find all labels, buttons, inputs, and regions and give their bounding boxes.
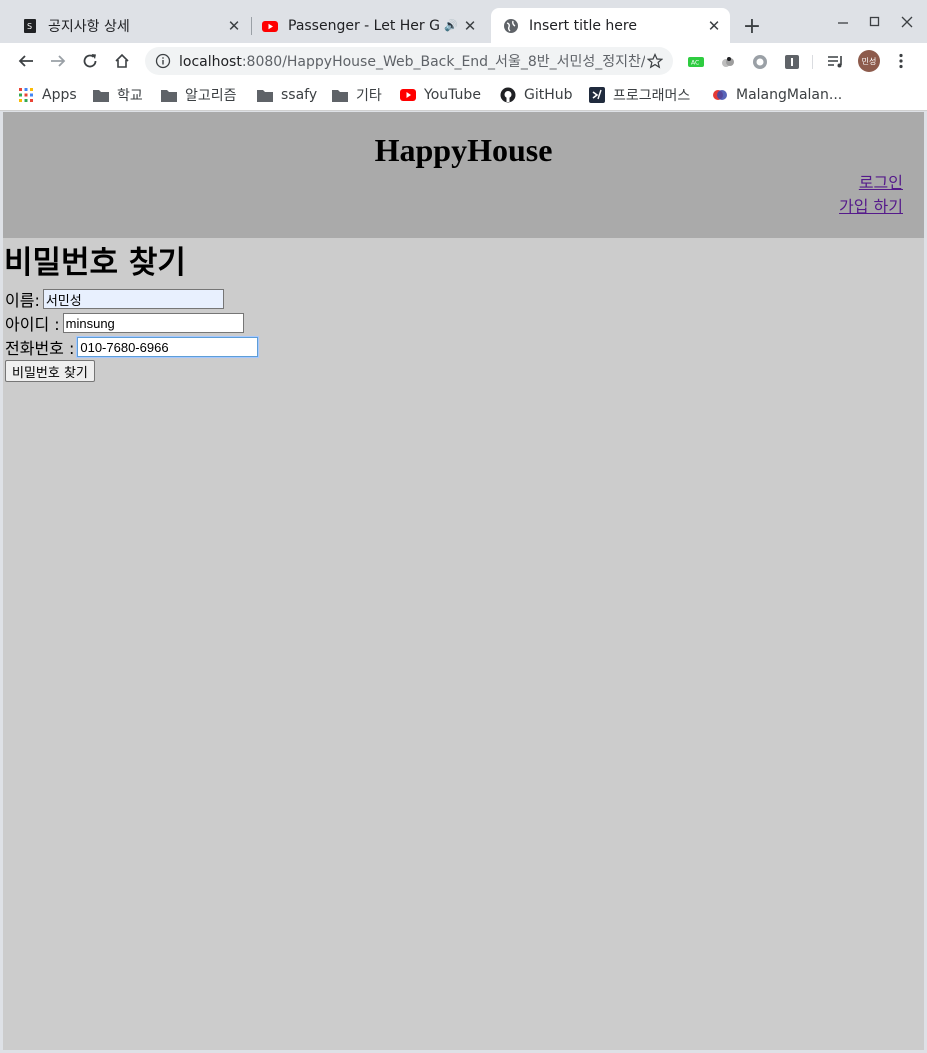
- extension-reader-icon[interactable]: [783, 53, 801, 71]
- id-row: 아이디 :: [5, 311, 922, 335]
- close-window-button[interactable]: [895, 10, 919, 34]
- minimize-icon: [838, 22, 848, 24]
- profile-avatar[interactable]: 민성: [858, 50, 880, 72]
- bookmark-label: 알고리즘: [185, 88, 237, 104]
- url-path: :8080/HappyHouse_Web_Back_End_서울_8반_서민성_…: [241, 54, 645, 70]
- tab-title: Passenger - Let Her Go: [288, 17, 440, 34]
- bookmark-label: 학교: [117, 88, 143, 104]
- site-nav: 로그인 가입 하기: [839, 171, 903, 219]
- bookmark-apps[interactable]: Apps: [18, 85, 77, 105]
- close-icon: [901, 16, 913, 28]
- bookmarks-bar: Apps 학교 알고리즘 ssafy 기타 YouTube GitHub 프로그…: [0, 79, 927, 111]
- browser-toolbar: localhost:8080/HappyHouse_Web_Back_End_서…: [0, 43, 927, 79]
- name-row: 이름:: [5, 287, 922, 311]
- bookmark-youtube[interactable]: YouTube: [400, 85, 481, 105]
- bookmark-folder-etc[interactable]: 기타: [332, 85, 382, 105]
- svg-text:AC: AC: [691, 60, 699, 67]
- main-content: 비밀번호 찾기 이름: 아이디 : 전화번호 : 비밀번호 찾기: [3, 239, 924, 382]
- bookmark-label: Apps: [42, 87, 77, 103]
- address-bar[interactable]: localhost:8080/HappyHouse_Web_Back_End_서…: [145, 47, 673, 75]
- bookmark-folder-algorithm[interactable]: 알고리즘: [161, 85, 237, 105]
- site-title: HappyHouse: [374, 132, 553, 168]
- bookmark-github[interactable]: GitHub: [500, 85, 573, 105]
- id-label: 아이디 :: [5, 315, 60, 334]
- malang-icon: [712, 87, 728, 103]
- maximize-icon: [869, 16, 880, 27]
- site-header: HappyHouse 로그인 가입 하기: [3, 112, 924, 238]
- url-host: localhost: [179, 54, 242, 70]
- id-input[interactable]: [62, 313, 244, 333]
- tab-title: 공지사항 상세: [48, 18, 130, 35]
- audio-playing-icon[interactable]: 🔊: [444, 19, 460, 32]
- home-icon: [115, 53, 129, 68]
- minimize-button[interactable]: [831, 10, 855, 34]
- svg-text:S: S: [27, 22, 32, 31]
- extension-blob-icon[interactable]: [719, 53, 737, 71]
- extension-ac-icon[interactable]: AC: [687, 53, 705, 71]
- bookmark-star-icon[interactable]: [645, 51, 665, 71]
- folder-icon: [257, 87, 273, 103]
- back-button[interactable]: [12, 47, 40, 75]
- bookmark-malang[interactable]: MalangMalan...: [712, 85, 842, 105]
- bookmark-label: MalangMalan...: [736, 87, 843, 103]
- new-tab-button[interactable]: +: [740, 14, 764, 39]
- find-password-button[interactable]: 비밀번호 찾기: [5, 360, 95, 382]
- more-menu-icon[interactable]: [890, 50, 912, 72]
- url-text: localhost:8080/HappyHouse_Web_Back_End_서…: [179, 51, 645, 71]
- programmers-icon: [589, 87, 605, 103]
- name-input[interactable]: [42, 289, 224, 309]
- tab-strip: S 공지사항 상세 ✕ Passenger - Let Her Go 🔊 ✕ I…: [0, 0, 927, 43]
- tab-notice-detail[interactable]: S 공지사항 상세 ✕: [0, 8, 250, 43]
- tab-youtube[interactable]: Passenger - Let Her Go 🔊 ✕: [240, 8, 490, 43]
- globe-icon: [503, 18, 519, 34]
- bookmark-folder-school[interactable]: 학교: [93, 85, 143, 105]
- folder-icon: [161, 87, 177, 103]
- maximize-button[interactable]: [863, 10, 887, 34]
- apps-grid-icon: [18, 87, 34, 103]
- page-viewport: HappyHouse 로그인 가입 하기 비밀번호 찾기 이름: 아이디 : 전…: [3, 112, 924, 1050]
- name-label: 이름:: [5, 291, 40, 310]
- tab-insert-title[interactable]: Insert title here ✕: [491, 8, 730, 43]
- close-tab-icon[interactable]: ✕: [704, 16, 724, 36]
- bookmark-folder-ssafy[interactable]: ssafy: [257, 85, 317, 105]
- back-arrow-icon: [18, 55, 33, 67]
- bookmark-programmers[interactable]: 프로그래머스: [589, 85, 690, 105]
- bookmark-label: ssafy: [281, 87, 318, 103]
- forward-button[interactable]: [44, 47, 72, 75]
- find-password-form: 이름: 아이디 : 전화번호 : 비밀번호 찾기: [5, 287, 922, 382]
- media-controls-icon[interactable]: [827, 53, 845, 71]
- phone-row: 전화번호 :: [5, 335, 922, 359]
- phone-input[interactable]: [77, 337, 259, 357]
- extension-github-icon[interactable]: [751, 53, 769, 71]
- folder-icon: [93, 87, 109, 103]
- site-info-icon[interactable]: [155, 53, 171, 69]
- reload-icon: [83, 54, 97, 68]
- youtube-icon: [262, 18, 278, 34]
- reload-button[interactable]: [76, 47, 104, 75]
- toolbar-divider: [812, 55, 813, 69]
- bookmark-label: 프로그래머스: [613, 88, 691, 104]
- bookmark-label: 기타: [356, 88, 382, 104]
- tab-title: Insert title here: [529, 17, 637, 34]
- forward-arrow-icon: [51, 55, 66, 67]
- bookmark-label: YouTube: [424, 87, 481, 103]
- youtube-icon: [400, 87, 416, 103]
- close-tab-icon[interactable]: ✕: [460, 16, 480, 36]
- github-icon: [500, 87, 516, 103]
- home-button[interactable]: [108, 47, 136, 75]
- page-heading: 비밀번호 찾기: [4, 245, 186, 281]
- signup-link[interactable]: 가입 하기: [839, 195, 903, 219]
- folder-icon: [332, 87, 348, 103]
- login-link[interactable]: 로그인: [839, 171, 903, 195]
- page-favicon-icon: S: [22, 18, 38, 34]
- bookmark-label: GitHub: [524, 87, 573, 103]
- phone-label: 전화번호 :: [5, 339, 75, 358]
